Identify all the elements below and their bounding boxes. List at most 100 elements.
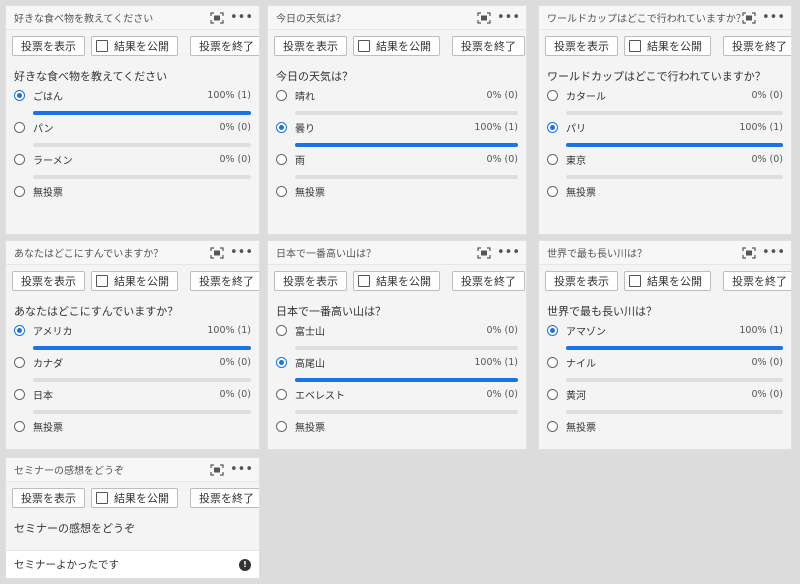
result-bar	[33, 111, 251, 115]
more-icon[interactable]: •••	[230, 246, 253, 259]
radio-button[interactable]	[14, 356, 25, 368]
show-votes-button[interactable]: 投票を表示	[545, 36, 618, 56]
radio-button[interactable]	[547, 89, 558, 101]
radio-button[interactable]	[547, 388, 558, 400]
radio-button[interactable]	[14, 420, 25, 432]
option-label: 高尾山	[295, 358, 325, 370]
radio-button[interactable]	[14, 185, 25, 197]
abstain-option[interactable]: 無投票	[6, 180, 259, 206]
end-vote-button[interactable]: 投票を終了	[723, 271, 791, 291]
show-votes-button[interactable]: 投票を表示	[274, 36, 347, 56]
expand-icon[interactable]	[477, 246, 491, 259]
radio-button[interactable]	[547, 356, 558, 368]
more-icon[interactable]: •••	[762, 11, 785, 24]
radio-button[interactable]	[276, 324, 287, 336]
answer-input[interactable]	[14, 558, 239, 571]
poll-option[interactable]: ラーメン 0% (0)	[6, 148, 259, 180]
poll-option[interactable]: 東京 0% (0)	[539, 148, 791, 180]
poll-card-food: 好きな食べ物を教えてください ••• 投票を表示 結果を公開 投票を終了 好きな…	[5, 5, 260, 235]
radio-button[interactable]	[276, 153, 287, 165]
poll-option[interactable]: 富士山 0% (0)	[268, 319, 526, 351]
show-votes-button[interactable]: 投票を表示	[12, 36, 85, 56]
checkbox[interactable]	[358, 275, 370, 287]
radio-button[interactable]	[14, 324, 25, 336]
option-label: ナイル	[566, 358, 596, 370]
radio-button[interactable]	[276, 185, 287, 197]
poll-option[interactable]: エベレスト 0% (0)	[268, 383, 526, 415]
radio-button[interactable]	[276, 89, 287, 101]
publish-results-checkbox[interactable]: 結果を公開	[91, 36, 178, 56]
radio-button[interactable]	[14, 121, 25, 133]
show-votes-button[interactable]: 投票を表示	[12, 271, 85, 291]
more-icon[interactable]: •••	[762, 246, 785, 259]
info-icon[interactable]: !	[239, 558, 251, 571]
radio-button[interactable]	[276, 388, 287, 400]
show-votes-button[interactable]: 投票を表示	[12, 488, 85, 508]
abstain-option[interactable]: 無投票	[268, 415, 526, 441]
expand-icon[interactable]	[210, 246, 224, 259]
checkbox[interactable]	[629, 275, 641, 287]
more-icon[interactable]: •••	[497, 11, 520, 24]
publish-results-checkbox[interactable]: 結果を公開	[91, 488, 178, 508]
poll-option[interactable]: パン 0% (0)	[6, 116, 259, 148]
show-votes-button[interactable]: 投票を表示	[545, 271, 618, 291]
checkbox[interactable]	[96, 275, 108, 287]
poll-option[interactable]: 高尾山 100% (1)	[268, 351, 526, 383]
end-vote-button[interactable]: 投票を終了	[190, 271, 259, 291]
publish-results-checkbox[interactable]: 結果を公開	[91, 271, 178, 291]
poll-option[interactable]: 雨 0% (0)	[268, 148, 526, 180]
abstain-option[interactable]: 無投票	[6, 415, 259, 441]
checkbox[interactable]	[358, 40, 370, 52]
poll-option[interactable]: パリ 100% (1)	[539, 116, 791, 148]
poll-option[interactable]: 日本 0% (0)	[6, 383, 259, 415]
end-vote-button[interactable]: 投票を終了	[452, 271, 525, 291]
publish-results-checkbox[interactable]: 結果を公開	[624, 36, 711, 56]
abstain-option[interactable]: 無投票	[539, 415, 791, 441]
more-icon[interactable]: •••	[230, 463, 253, 476]
poll-option[interactable]: アマゾン 100% (1)	[539, 319, 791, 351]
publish-results-checkbox[interactable]: 結果を公開	[624, 271, 711, 291]
radio-button[interactable]	[547, 185, 558, 197]
checkbox[interactable]	[629, 40, 641, 52]
poll-option[interactable]: カタール 0% (0)	[539, 84, 791, 116]
poll-option[interactable]: ナイル 0% (0)	[539, 351, 791, 383]
radio-button[interactable]	[547, 153, 558, 165]
poll-option[interactable]: 晴れ 0% (0)	[268, 84, 526, 116]
option-percent: 100% (1)	[207, 89, 251, 101]
poll-option[interactable]: ごはん 100% (1)	[6, 84, 259, 116]
checkbox[interactable]	[96, 40, 108, 52]
publish-results-checkbox[interactable]: 結果を公開	[353, 271, 440, 291]
result-bar	[566, 346, 783, 350]
more-icon[interactable]: •••	[497, 246, 520, 259]
radio-button[interactable]	[14, 388, 25, 400]
end-vote-button[interactable]: 投票を終了	[190, 488, 259, 508]
result-bar	[566, 143, 783, 147]
radio-button[interactable]	[14, 153, 25, 165]
poll-option[interactable]: 曇り 100% (1)	[268, 116, 526, 148]
end-vote-button[interactable]: 投票を終了	[190, 36, 259, 56]
radio-button[interactable]	[547, 324, 558, 336]
radio-button[interactable]	[276, 356, 287, 368]
poll-option[interactable]: カナダ 0% (0)	[6, 351, 259, 383]
expand-icon[interactable]	[477, 11, 491, 24]
poll-option[interactable]: 黄河 0% (0)	[539, 383, 791, 415]
abstain-option[interactable]: 無投票	[268, 180, 526, 206]
end-vote-button[interactable]: 投票を終了	[723, 36, 791, 56]
more-icon[interactable]: •••	[230, 11, 253, 24]
checkbox[interactable]	[96, 492, 108, 504]
publish-results-checkbox[interactable]: 結果を公開	[353, 36, 440, 56]
option-percent: 100% (1)	[739, 121, 783, 133]
abstain-option[interactable]: 無投票	[539, 180, 791, 206]
radio-button[interactable]	[276, 420, 287, 432]
show-votes-button[interactable]: 投票を表示	[274, 271, 347, 291]
expand-icon[interactable]	[210, 463, 224, 476]
end-vote-button[interactable]: 投票を終了	[452, 36, 525, 56]
radio-button[interactable]	[276, 121, 287, 133]
radio-button[interactable]	[547, 420, 558, 432]
poll-option[interactable]: アメリカ 100% (1)	[6, 319, 259, 351]
expand-icon[interactable]	[742, 246, 756, 259]
radio-button[interactable]	[547, 121, 558, 133]
expand-icon[interactable]	[742, 11, 756, 24]
radio-button[interactable]	[14, 89, 25, 101]
expand-icon[interactable]	[210, 11, 224, 24]
